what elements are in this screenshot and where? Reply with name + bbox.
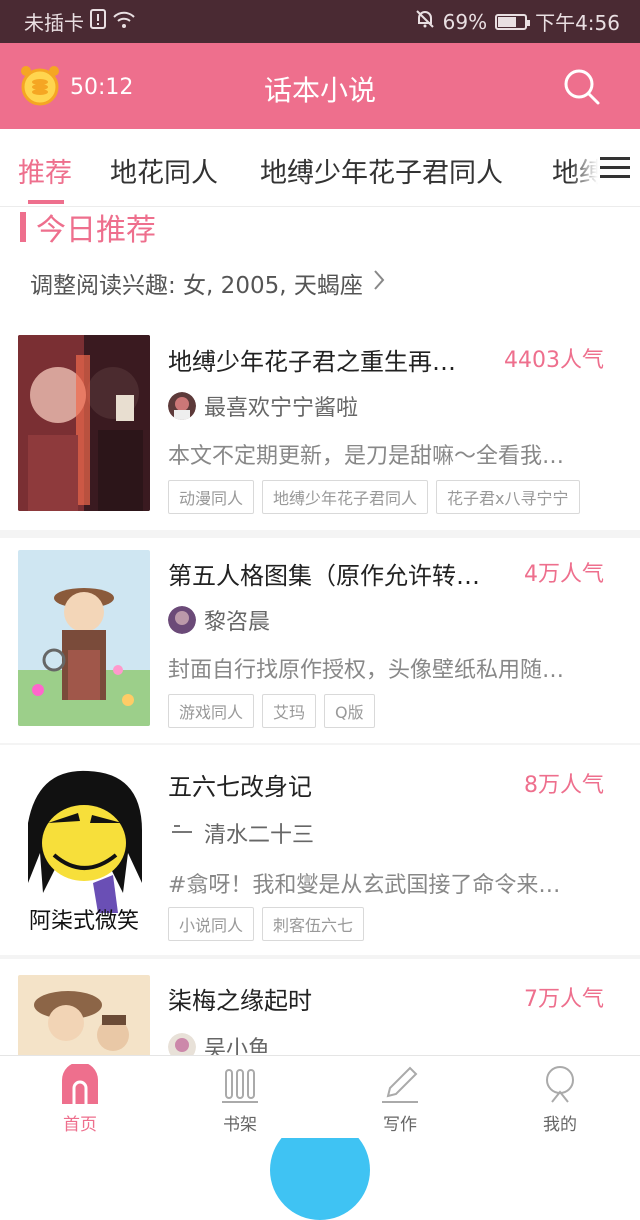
app-title: 话本小说 — [263, 74, 376, 107]
book-title: 第五人格图集（原作允许转… — [168, 562, 480, 590]
clock: 下午4:56 — [535, 11, 620, 35]
tab-indicator — [28, 200, 64, 204]
pen-icon — [380, 1066, 420, 1108]
tab-recommend[interactable]: 推荐 — [18, 151, 72, 190]
nav-profile[interactable]: 我的 — [520, 1064, 600, 1135]
author-name: 最喜欢宁宁酱啦 — [204, 396, 359, 421]
book-cover — [18, 975, 150, 1055]
tag-list: 动漫同人 地缚少年花子君同人 花子君x八寻宁宁 — [168, 480, 580, 514]
book-title: 五六七改身记 — [168, 773, 312, 801]
battery-icon — [495, 13, 531, 30]
book-card[interactable]: 柒梅之缘起时 7万人气 吴小鱼 — [0, 959, 640, 1055]
app-bar: 50:12 话本小说 — [0, 43, 640, 129]
adjust-interest-link[interactable]: 调整阅读兴趣: 女, 2005, 天蝎座 — [30, 266, 385, 300]
battery-percent: 69% — [442, 9, 488, 34]
author[interactable]: 黎咨晨 — [168, 604, 270, 636]
tag-list: 游戏同人 艾玛 Q版 — [168, 694, 375, 728]
author-name: 清水二十三 — [204, 823, 315, 848]
nav-bookshelf-label: 书架 — [223, 1115, 257, 1135]
section-header: 今日推荐 — [20, 207, 156, 248]
tabs-menu-button[interactable] — [570, 129, 640, 206]
nav-home-label: 首页 — [63, 1115, 97, 1135]
tag-list: 小说同人 刺客伍六七 — [168, 907, 365, 941]
author-name: 吴小鱼 — [204, 1037, 271, 1055]
carrier-label: 未插卡 — [24, 11, 84, 35]
wifi-icon — [112, 10, 136, 34]
book-cover: 阿柒式微笑 — [18, 763, 150, 939]
book-description: #翕呀！我和燮是从玄武国接了命令来… — [168, 873, 561, 898]
nav-home[interactable]: 首页 — [40, 1062, 120, 1135]
tag[interactable]: 地缚少年花子君同人 — [262, 480, 429, 514]
category-tabs: 推荐 地花同人 地缚少年花子君同人 地缚 — [0, 129, 640, 207]
popularity: 8万人气 — [524, 773, 604, 798]
book-title: 柒梅之缘起时 — [168, 987, 312, 1015]
chevron-right-icon — [373, 269, 385, 297]
book-description: 本文不定期更新，是刀是甜嘛～全看我… — [168, 444, 565, 469]
avatar — [168, 392, 196, 420]
card-divider — [0, 530, 640, 538]
author[interactable]: 最喜欢宁宁酱啦 — [168, 390, 358, 422]
book-title: 地缚少年花子君之重生再… — [168, 348, 456, 376]
author[interactable]: 吴小鱼 — [168, 1031, 270, 1055]
popularity: 4万人气 — [524, 562, 604, 587]
profile-icon — [540, 1066, 580, 1108]
nav-write[interactable]: 写作 — [360, 1064, 440, 1135]
book-card[interactable]: 阿柒式微笑 五六七改身记 8万人气 清水二十三 #翕呀！我和燮是从玄武国接了命令… — [0, 745, 640, 955]
tab-dihua-fanfic[interactable]: 地花同人 — [110, 151, 218, 190]
bookshelf-icon — [220, 1069, 260, 1108]
avatar — [168, 1033, 196, 1055]
tab-hanako-fanfic[interactable]: 地缚少年花子君同人 — [260, 151, 503, 190]
book-cover — [18, 335, 150, 511]
author[interactable]: 清水二十三 — [168, 817, 314, 849]
book-description: 封面自行找原作授权，头像壁纸私用随… — [168, 658, 565, 683]
tag[interactable]: 小说同人 — [168, 907, 255, 941]
section-accent-bar — [20, 212, 26, 242]
book-card[interactable]: 地缚少年花子君之重生再… 4403人气 最喜欢宁宁酱啦 本文不定期更新，是刀是甜… — [0, 320, 640, 530]
author-name: 黎咨晨 — [204, 610, 271, 635]
tag[interactable]: 艾玛 — [262, 694, 317, 728]
nav-bookshelf[interactable]: 书架 — [200, 1064, 280, 1135]
nav-profile-label: 我的 — [543, 1115, 577, 1135]
sim-alert-icon — [90, 9, 106, 34]
interest-text: 调整阅读兴趣: 女, 2005, 天蝎座 — [30, 273, 363, 299]
book-cover — [18, 550, 150, 726]
bottom-nav: 首页 书架 写作 我的 — [0, 1055, 640, 1138]
avatar — [168, 819, 196, 847]
tag[interactable]: Q版 — [324, 694, 375, 728]
mute-bell-icon — [415, 9, 435, 34]
home-icon — [60, 1062, 100, 1108]
tag[interactable]: 花子君x八寻宁宁 — [436, 480, 580, 514]
search-icon — [562, 69, 602, 111]
menu-icon — [600, 155, 630, 185]
search-button[interactable] — [562, 67, 602, 107]
section-title: 今日推荐 — [36, 213, 156, 248]
nav-write-label: 写作 — [383, 1115, 417, 1135]
tag[interactable]: 游戏同人 — [168, 694, 255, 728]
book-card[interactable]: 第五人格图集（原作允许转… 4万人气 黎咨晨 封面自行找原作授权，头像壁纸私用随… — [0, 538, 640, 743]
popularity: 4403人气 — [504, 348, 604, 373]
popularity: 7万人气 — [524, 987, 604, 1012]
avatar — [168, 606, 196, 634]
status-bar: 未插卡 69% 下午4:56 — [0, 0, 640, 43]
tag[interactable]: 刺客伍六七 — [262, 907, 365, 941]
tag[interactable]: 动漫同人 — [168, 480, 255, 514]
cover-caption: 阿柒式微笑 — [28, 909, 139, 934]
